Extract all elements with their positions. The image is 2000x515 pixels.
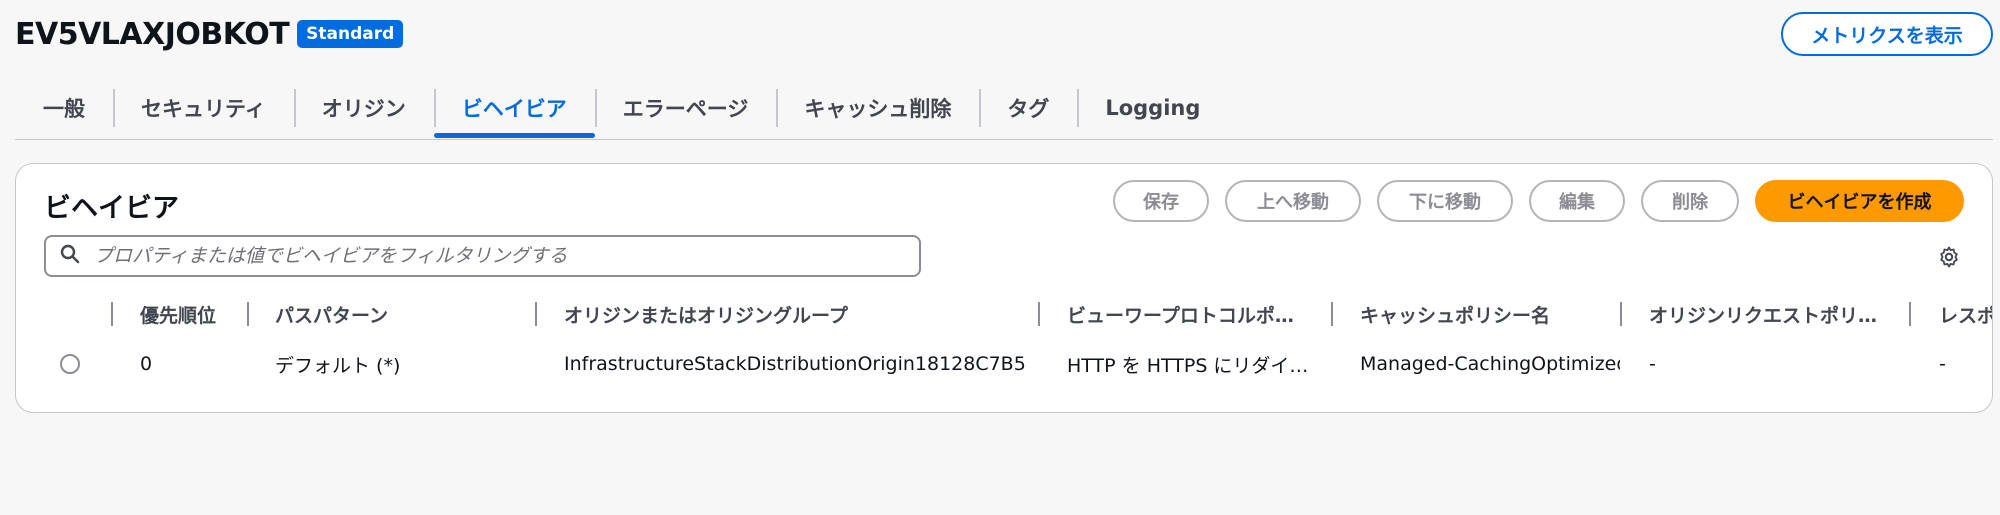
column-divider [1620, 302, 1622, 326]
column-header-origin[interactable]: オリジンまたはオリジングループ [564, 294, 1044, 334]
edit-button[interactable]: 編集 [1529, 180, 1625, 222]
move-up-button[interactable]: 上へ移動 [1225, 180, 1361, 222]
table-header: 優先順位 パスパターン オリジンまたはオリジングループ ビューワープロトコルポ…… [44, 294, 1992, 334]
search-box [44, 235, 921, 277]
delete-button[interactable]: 削除 [1641, 180, 1739, 222]
tab-behaviors[interactable]: ビヘイビア [433, 84, 595, 140]
column-header-origin-request-policy[interactable]: オリジンリクエストポリ… [1649, 294, 1911, 334]
tab-invalidations[interactable]: キャッシュ削除 [776, 84, 979, 140]
column-header-response[interactable]: レスポンス [1939, 294, 1992, 334]
tab-security[interactable]: セキュリティ [113, 84, 294, 140]
tab-tags[interactable]: タグ [979, 84, 1077, 140]
panel-title: ビヘイビア [44, 193, 179, 224]
status-badge: Standard [297, 20, 404, 48]
search-input[interactable] [94, 245, 919, 267]
save-button[interactable]: 保存 [1113, 180, 1209, 222]
column-header-viewer-protocol[interactable]: ビューワープロトコルポ… [1067, 294, 1337, 334]
cell-response: - [1939, 353, 1946, 375]
table-row[interactable]: 0 デフォルト (*) InfrastructureStackDistribut… [44, 342, 1992, 386]
view-metrics-button[interactable]: メトリクスを表示 [1781, 12, 1993, 56]
page-title: EV5VLAXJOBKOT [15, 16, 290, 52]
settings-gear-icon[interactable] [1934, 242, 1964, 272]
cell-origin: InfrastructureStackDistributionOrigin181… [564, 353, 1026, 375]
column-header-path-pattern[interactable]: パスパターン [275, 294, 535, 334]
behaviors-panel: ビヘイビア 保存 上へ移動 下に移動 編集 削除 ビヘイビアを作成 優先順位 パ… [15, 163, 1993, 413]
tab-bar: 一般 セキュリティ オリジン ビヘイビア エラーページ キャッシュ削除 タグ L… [15, 84, 1993, 140]
column-divider [111, 302, 113, 326]
cell-cache-policy: Managed-CachingOptimized [1360, 353, 1620, 375]
search-icon [60, 244, 80, 268]
tab-error-pages[interactable]: エラーページ [594, 84, 777, 140]
column-divider [247, 302, 249, 326]
column-divider [535, 302, 537, 326]
column-divider [1331, 302, 1333, 326]
tab-origins[interactable]: オリジン [293, 84, 434, 140]
cell-priority: 0 [140, 353, 153, 375]
row-select-radio[interactable] [60, 354, 80, 374]
column-divider [1038, 302, 1040, 326]
cell-origin-request-policy: - [1649, 353, 1656, 375]
cell-path-pattern: デフォルト (*) [275, 354, 401, 377]
tab-general[interactable]: 一般 [15, 84, 113, 140]
action-buttons: 保存 上へ移動 下に移動 編集 削除 ビヘイビアを作成 [1113, 180, 1964, 222]
move-down-button[interactable]: 下に移動 [1377, 180, 1513, 222]
cell-viewer-protocol: HTTP を HTTPS にリダイ… [1067, 354, 1309, 377]
column-header-priority[interactable]: 優先順位 [140, 294, 240, 334]
tab-logging[interactable]: Logging [1077, 84, 1228, 140]
page-header: EV5VLAXJOBKOT Standard [15, 14, 404, 54]
create-behavior-button[interactable]: ビヘイビアを作成 [1755, 180, 1964, 222]
column-divider [1909, 302, 1911, 326]
column-header-cache-policy[interactable]: キャッシュポリシー名 [1360, 294, 1620, 334]
